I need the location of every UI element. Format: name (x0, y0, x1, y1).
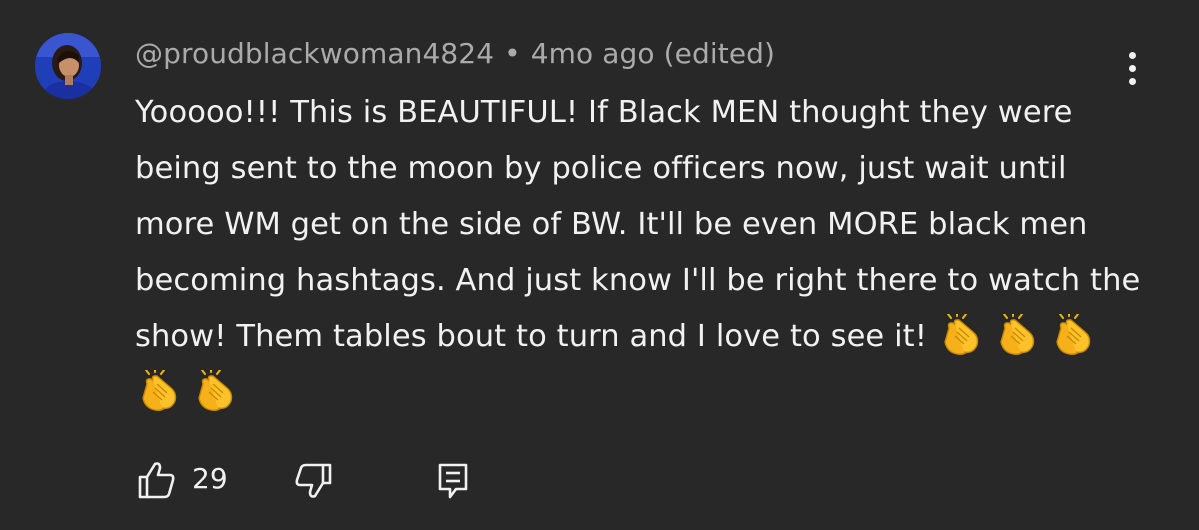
like-count: 29 (192, 462, 228, 495)
avatar[interactable] (35, 33, 101, 99)
avatar-image (35, 33, 101, 99)
comment-header: @proudblackwoman4824 • 4mo ago (edited) (135, 36, 775, 72)
clapping-hands-icon (937, 311, 987, 358)
comment-thread: @proudblackwoman4824 • 4mo ago (edited) Yo… (0, 0, 1199, 530)
clapping-hands-icon (993, 311, 1043, 358)
comment-time[interactable]: 4mo ago (531, 37, 655, 70)
thumbs-up-icon[interactable] (136, 459, 178, 501)
comment-text: Yooooo!!! This is BEAUTIFUL! If Black ME… (135, 85, 1145, 421)
thumbs-down-icon[interactable] (292, 461, 334, 503)
more-vertical-icon[interactable] (1118, 48, 1148, 88)
comment-body: Yooooo!!! This is BEAUTIFUL! If Black ME… (135, 95, 1141, 354)
clapping-hands-icon (135, 367, 185, 414)
reply-comment-icon[interactable] (434, 461, 476, 503)
separator-dot: • (504, 37, 521, 70)
author-name[interactable]: @proudblackwoman4824 (135, 37, 494, 70)
comment-actions: 29 (0, 455, 1199, 505)
clapping-hands-icon (1049, 311, 1099, 358)
clapping-hands-icon (191, 367, 241, 414)
edited-label: (edited) (663, 37, 776, 70)
